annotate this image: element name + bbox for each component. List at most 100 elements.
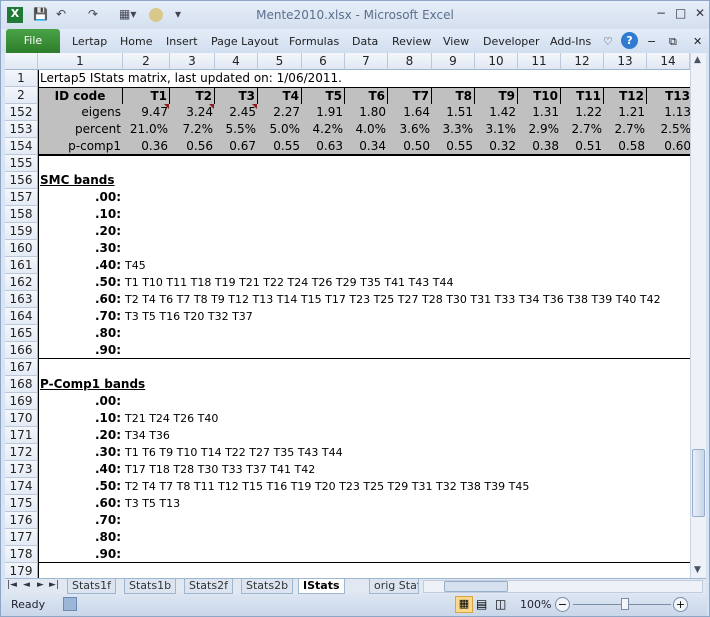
column-header[interactable]: 1 xyxy=(38,53,123,70)
band-label[interactable]: .40: xyxy=(38,461,123,478)
horizontal-scrollbar[interactable] xyxy=(423,580,703,593)
tab-home[interactable]: Home xyxy=(120,35,152,48)
first-sheet-icon[interactable]: |◄ xyxy=(7,580,17,590)
band-label[interactable]: .40: xyxy=(38,257,123,274)
row-header[interactable]: 167 xyxy=(5,359,38,376)
stat-cell[interactable]: 1.22 xyxy=(561,104,604,121)
column-header[interactable]: 6 xyxy=(302,53,345,70)
row-header[interactable]: 175 xyxy=(5,495,38,512)
scroll-up-icon[interactable]: ▲ xyxy=(694,55,701,65)
row-header[interactable]: 168 xyxy=(5,376,38,393)
row-header[interactable]: 163 xyxy=(5,291,38,308)
zoom-out-button[interactable]: − xyxy=(555,597,570,612)
item-header[interactable]: T12 xyxy=(604,87,647,104)
row-header[interactable]: 1 xyxy=(5,70,38,87)
row-header[interactable]: 157 xyxy=(5,189,38,206)
scroll-down-icon[interactable]: ▼ xyxy=(694,565,701,575)
band-items[interactable] xyxy=(123,393,127,410)
stat-cell[interactable]: 0.56 xyxy=(170,138,215,155)
stat-cell[interactable]: 1.13 xyxy=(647,104,693,121)
item-header[interactable]: T11 xyxy=(561,87,604,104)
band-section-title[interactable]: P-Comp1 bands xyxy=(38,376,147,393)
stat-cell[interactable]: percent xyxy=(38,121,123,138)
band-items[interactable]: T45 xyxy=(123,257,148,274)
select-all-corner[interactable] xyxy=(5,53,38,70)
band-items[interactable]: T2 T4 T7 T8 T11 T12 T15 T16 T19 T20 T23 … xyxy=(123,478,531,495)
stat-cell[interactable]: 5.0% xyxy=(258,121,302,138)
stat-cell[interactable]: 4.0% xyxy=(345,121,388,138)
band-items[interactable]: T17 T18 T28 T30 T33 T37 T41 T42 xyxy=(123,461,317,478)
stat-cell[interactable]: 2.7% xyxy=(561,121,604,138)
band-label[interactable]: .00: xyxy=(38,189,123,206)
minimize-button[interactable]: − xyxy=(656,6,666,20)
stat-cell[interactable]: 2.27 xyxy=(258,104,302,121)
tab-view[interactable]: View xyxy=(443,35,469,48)
row-header[interactable]: 161 xyxy=(5,257,38,274)
row-header[interactable]: 171 xyxy=(5,427,38,444)
stat-cell[interactable]: 4.2% xyxy=(302,121,345,138)
spreadsheet-grid[interactable]: 1 2 3 4 5 6 7 8 9 10 11 12 13 14 1 Lertap5 IStats matri… xyxy=(5,53,706,578)
next-sheet-icon[interactable]: ► xyxy=(37,580,44,590)
band-label[interactable]: .70: xyxy=(38,308,123,325)
tab-developer[interactable]: Developer xyxy=(483,35,540,48)
stat-cell[interactable]: 1.42 xyxy=(475,104,518,121)
item-header[interactable]: T5 xyxy=(302,87,345,104)
stat-cell[interactable]: 7.2% xyxy=(170,121,215,138)
band-items[interactable] xyxy=(123,342,127,359)
column-header[interactable]: 4 xyxy=(215,53,258,70)
item-header[interactable]: T8 xyxy=(432,87,475,104)
zoom-in-button[interactable]: + xyxy=(673,597,688,612)
band-label[interactable]: .20: xyxy=(38,223,123,240)
sheet-title-cell[interactable]: Lertap5 IStats matrix, last updated on: … xyxy=(38,70,344,87)
tab-review[interactable]: Review xyxy=(392,35,431,48)
vertical-scrollbar[interactable]: ▲ ▼ xyxy=(690,53,706,578)
page-layout-view-icon[interactable]: ▤ xyxy=(476,597,487,611)
column-header[interactable]: 2 xyxy=(123,53,170,70)
stat-cell[interactable]: 0.34 xyxy=(345,138,388,155)
row-header[interactable]: 177 xyxy=(5,529,38,546)
row-header[interactable]: 173 xyxy=(5,461,38,478)
row-header[interactable]: 176 xyxy=(5,512,38,529)
row-header[interactable]: 158 xyxy=(5,206,38,223)
macro-record-icon[interactable] xyxy=(63,597,77,611)
band-label[interactable]: .60: xyxy=(38,495,123,512)
column-header[interactable]: 9 xyxy=(432,53,475,70)
tab-data[interactable]: Data xyxy=(352,35,378,48)
zoom-slider-thumb[interactable] xyxy=(621,598,629,610)
stat-cell[interactable]: 0.38 xyxy=(518,138,561,155)
band-section-title[interactable]: SMC bands xyxy=(38,172,117,189)
tab-insert[interactable]: Insert xyxy=(166,35,198,48)
row-header[interactable]: 156 xyxy=(5,172,38,189)
sheet-tab[interactable]: IStats xyxy=(298,579,345,594)
row-header[interactable]: 153 xyxy=(5,121,38,138)
sheet-tab[interactable]: orig Stats xyxy=(369,579,419,594)
file-tab[interactable]: File xyxy=(6,29,60,53)
item-header[interactable]: T13 xyxy=(647,87,693,104)
row-header[interactable]: 2 xyxy=(5,87,38,104)
tab-lertap[interactable]: Lertap xyxy=(72,35,107,48)
item-header[interactable]: T9 xyxy=(475,87,518,104)
stat-cell[interactable]: p-comp1 xyxy=(38,138,123,155)
band-label[interactable]: .30: xyxy=(38,444,123,461)
band-items[interactable] xyxy=(123,546,127,563)
band-items[interactable] xyxy=(123,512,127,529)
item-header[interactable]: T10 xyxy=(518,87,561,104)
tab-formulas[interactable]: Formulas xyxy=(289,35,339,48)
column-header[interactable]: 12 xyxy=(561,53,604,70)
band-items[interactable]: T3 T5 T16 T20 T32 T37 xyxy=(123,308,255,325)
band-items[interactable] xyxy=(123,240,127,257)
normal-view-icon[interactable]: ▦ xyxy=(455,596,473,613)
stat-cell[interactable]: 3.1% xyxy=(475,121,518,138)
item-header[interactable]: T3 xyxy=(215,87,258,104)
row-header[interactable]: 165 xyxy=(5,325,38,342)
band-label[interactable]: .50: xyxy=(38,478,123,495)
stat-cell[interactable]: 0.58 xyxy=(604,138,647,155)
stat-cell[interactable]: 1.51 xyxy=(432,104,475,121)
close-button[interactable]: ✕ xyxy=(695,6,705,20)
band-label[interactable]: .50: xyxy=(38,274,123,291)
stat-cell[interactable]: 0.67 xyxy=(215,138,258,155)
stat-cell[interactable]: 0.36 xyxy=(123,138,170,155)
stat-cell[interactable]: 3.6% xyxy=(388,121,432,138)
stat-cell[interactable]: eigens xyxy=(38,104,123,121)
column-header[interactable]: 8 xyxy=(388,53,432,70)
